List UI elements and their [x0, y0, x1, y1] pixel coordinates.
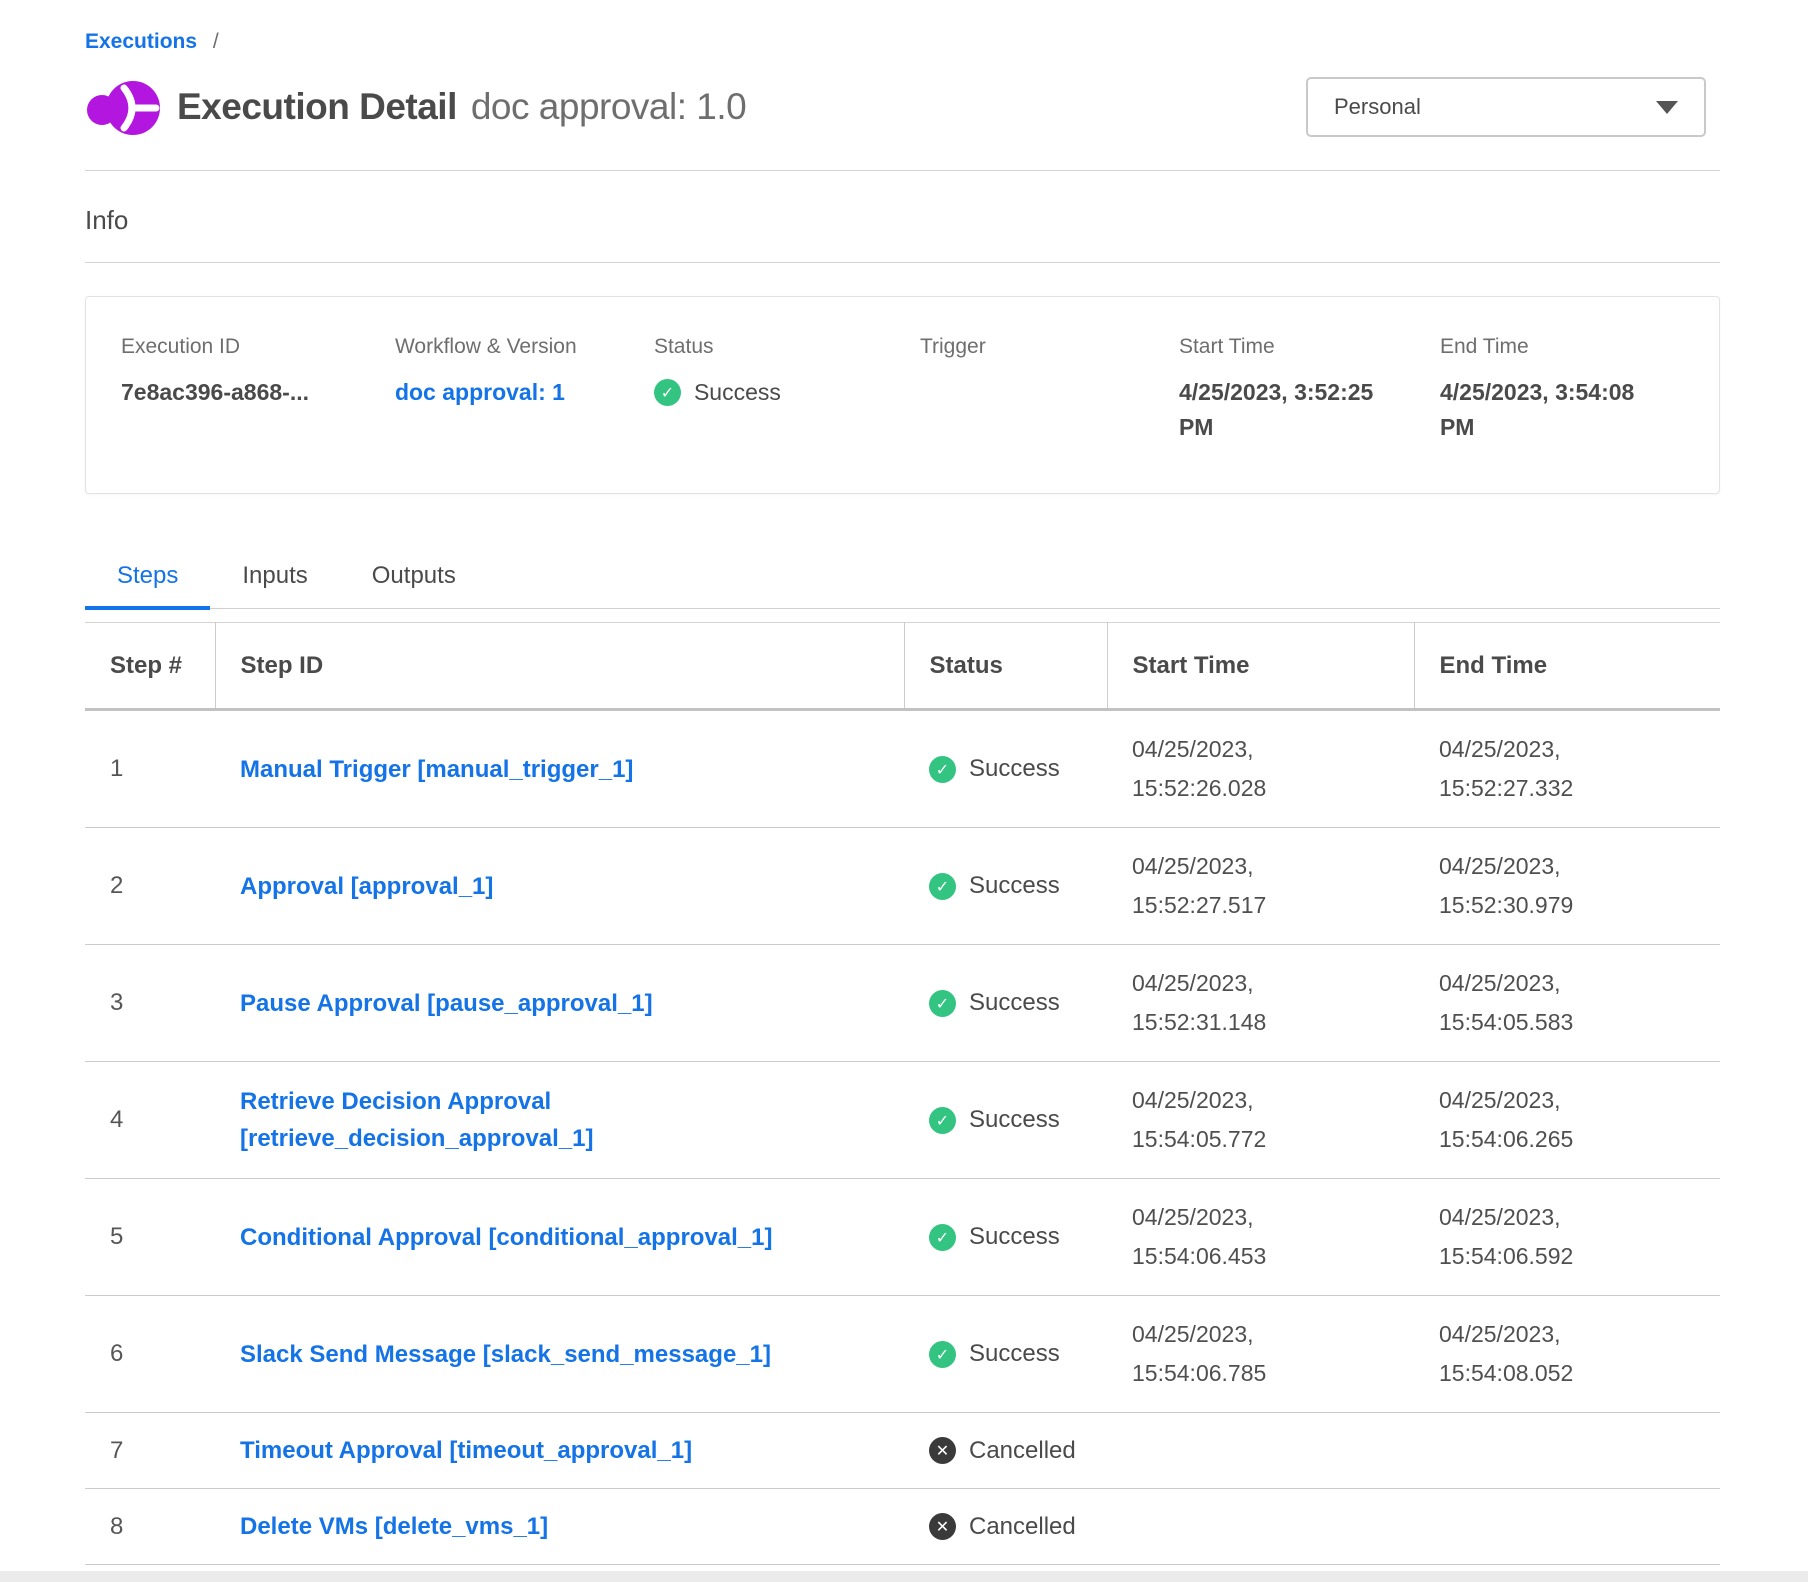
- column-header-end-time: End Time: [1414, 623, 1720, 710]
- cancelled-x-icon: ✕: [929, 1513, 956, 1540]
- table-header-row: Step # Step ID Status Start Time End Tim…: [85, 623, 1720, 710]
- column-header-step-id: Step ID: [215, 623, 904, 710]
- step-number: 8: [110, 1513, 123, 1540]
- table-row: 2 Approval [approval_1] ✓ Success 04/25/2023…: [85, 828, 1720, 945]
- info-label: Workflow & Version: [395, 335, 654, 359]
- step-start-time: 04/25/2023, 15:52:27.517: [1132, 847, 1307, 925]
- success-check-icon: ✓: [929, 873, 956, 900]
- status-badge: Success: [969, 1340, 1060, 1368]
- step-end-time: 04/25/2023, 15:54:06.265: [1439, 1081, 1614, 1159]
- tab-bar: Steps Inputs Outputs: [85, 552, 1720, 609]
- step-end-time: 04/25/2023, 15:54:06.592: [1439, 1198, 1614, 1276]
- table-row: 7 Timeout Approval [timeout_approval_1] ✕ C…: [85, 1413, 1720, 1489]
- tab-steps[interactable]: Steps: [85, 552, 210, 610]
- info-field-workflow: Workflow & Version doc approval: 1: [395, 335, 654, 445]
- header-divider: [85, 170, 1720, 171]
- status-badge: Success: [969, 755, 1060, 783]
- column-header-step-num: Step #: [85, 623, 215, 710]
- info-field-status: Status ✓ Success: [654, 335, 920, 445]
- step-start-time: 04/25/2023, 15:52:26.028: [1132, 730, 1307, 808]
- success-check-icon: ✓: [929, 1224, 956, 1251]
- status-badge: Success: [969, 1106, 1060, 1134]
- success-check-icon: ✓: [654, 379, 681, 406]
- workspace-select-value: Personal: [1334, 94, 1421, 120]
- tab-inputs[interactable]: Inputs: [210, 552, 339, 610]
- info-field-end-time: End Time 4/25/2023, 3:54:08 PM: [1440, 335, 1699, 445]
- breadcrumb: Executions /: [85, 30, 1720, 54]
- info-label: End Time: [1440, 335, 1699, 359]
- steps-table: Step # Step ID Status Start Time End Tim…: [85, 622, 1720, 1565]
- step-start-time: 04/25/2023, 15:54:06.785: [1132, 1315, 1307, 1393]
- table-row: 1 Manual Trigger [manual_trigger_1] ✓ Succe…: [85, 710, 1720, 828]
- info-field-trigger: Trigger: [920, 335, 1179, 445]
- workflow-version-link[interactable]: doc approval: 1: [395, 379, 565, 405]
- execution-detail-page: Executions / Execution Detail doc approv…: [0, 0, 1808, 1565]
- workflow-branch-icon: [85, 70, 163, 144]
- step-number: 2: [110, 872, 123, 899]
- step-end-time: 04/25/2023, 15:54:08.052: [1439, 1315, 1614, 1393]
- status-badge: Success: [969, 872, 1060, 900]
- success-check-icon: ✓: [929, 1107, 956, 1134]
- status-badge: Cancelled: [969, 1437, 1076, 1465]
- step-id-link[interactable]: Approval [approval_1]: [240, 868, 493, 905]
- info-divider: [85, 262, 1720, 263]
- step-start-time: 04/25/2023, 15:54:05.772: [1132, 1081, 1307, 1159]
- step-id-link[interactable]: Retrieve Decision Approval [retrieve_dec…: [240, 1083, 785, 1157]
- success-check-icon: ✓: [929, 1341, 956, 1368]
- steps-table-body: 1 Manual Trigger [manual_trigger_1] ✓ Succe…: [85, 710, 1720, 1565]
- status-badge: Success: [969, 1223, 1060, 1251]
- workspace-select[interactable]: Personal: [1306, 77, 1706, 137]
- status-badge: Success: [969, 989, 1060, 1017]
- step-number: 7: [110, 1437, 123, 1464]
- info-heading: Info: [85, 205, 1720, 236]
- status-badge: Success: [694, 375, 781, 410]
- step-id-link[interactable]: Timeout Approval [timeout_approval_1]: [240, 1432, 692, 1469]
- info-card: Execution ID 7e8ac396-a868-... Workflow …: [85, 296, 1720, 494]
- step-id-link[interactable]: Manual Trigger [manual_trigger_1]: [240, 751, 633, 788]
- table-row: 8 Delete VMs [delete_vms_1] ✕ Cancelled: [85, 1489, 1720, 1565]
- step-id-link[interactable]: Slack Send Message [slack_send_message_1…: [240, 1336, 771, 1373]
- end-time-value: 4/25/2023, 3:54:08 PM: [1440, 375, 1645, 445]
- execution-id-value: 7e8ac396-a868-...: [121, 375, 395, 410]
- success-check-icon: ✓: [929, 990, 956, 1017]
- column-header-status: Status: [904, 623, 1107, 710]
- cancelled-x-icon: ✕: [929, 1437, 956, 1464]
- start-time-value: 4/25/2023, 3:52:25 PM: [1179, 375, 1384, 445]
- info-label: Start Time: [1179, 335, 1440, 359]
- step-end-time: 04/25/2023, 15:52:30.979: [1439, 847, 1614, 925]
- table-row: 5 Conditional Approval [conditional_appro…: [85, 1179, 1720, 1296]
- title-row: Execution Detail doc approval: 1.0 Perso…: [85, 70, 1720, 144]
- column-header-start-time: Start Time: [1107, 623, 1414, 710]
- info-label: Trigger: [920, 335, 1179, 359]
- success-check-icon: ✓: [929, 756, 956, 783]
- breadcrumb-separator: /: [213, 30, 219, 53]
- info-label: Status: [654, 335, 920, 359]
- info-field-execution-id: Execution ID 7e8ac396-a868-...: [121, 335, 395, 445]
- step-start-time: 04/25/2023, 15:54:06.453: [1132, 1198, 1307, 1276]
- breadcrumb-executions-link[interactable]: Executions: [85, 30, 197, 53]
- step-number: 3: [110, 989, 123, 1016]
- table-row: 4 Retrieve Decision Approval [retrieve_de…: [85, 1062, 1720, 1179]
- step-number: 1: [110, 755, 123, 782]
- table-row: 3 Pause Approval [pause_approval_1] ✓ Succe…: [85, 945, 1720, 1062]
- step-id-link[interactable]: Pause Approval [pause_approval_1]: [240, 985, 653, 1022]
- step-end-time: 04/25/2023, 15:54:05.583: [1439, 964, 1614, 1042]
- page-subtitle: doc approval: 1.0: [471, 86, 746, 128]
- step-id-link[interactable]: Delete VMs [delete_vms_1]: [240, 1508, 548, 1545]
- step-number: 4: [110, 1106, 123, 1133]
- status-badge: Cancelled: [969, 1513, 1076, 1541]
- chevron-down-icon: [1656, 101, 1678, 114]
- step-start-time: 04/25/2023, 15:52:31.148: [1132, 964, 1307, 1042]
- info-label: Execution ID: [121, 335, 395, 359]
- step-id-link[interactable]: Conditional Approval [conditional_approv…: [240, 1219, 773, 1256]
- tab-outputs[interactable]: Outputs: [340, 552, 488, 610]
- step-number: 6: [110, 1340, 123, 1367]
- step-end-time: 04/25/2023, 15:52:27.332: [1439, 730, 1614, 808]
- bottom-strip: [0, 1571, 1808, 1582]
- info-field-start-time: Start Time 4/25/2023, 3:52:25 PM: [1179, 335, 1440, 445]
- page-title: Execution Detail: [177, 86, 457, 128]
- table-row: 6 Slack Send Message [slack_send_message_…: [85, 1296, 1720, 1413]
- step-number: 5: [110, 1223, 123, 1250]
